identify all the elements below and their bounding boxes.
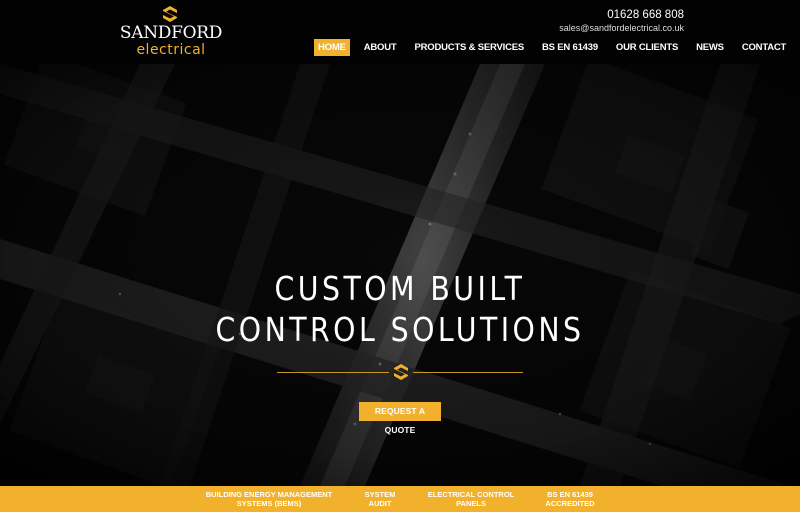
hero-title: CUSTOM BUILT CONTROL SOLUTIONS: [56, 268, 744, 350]
nav-item-our-clients[interactable]: OUR CLIENTS: [612, 39, 682, 56]
service-link-bems[interactable]: BUILDING ENERGY MANAGEMENT SYSTEMS (BEMS…: [200, 490, 338, 508]
service-link-system-audit[interactable]: SYSTEM AUDIT: [356, 490, 404, 508]
nav-item-contact[interactable]: CONTACT: [738, 39, 790, 56]
divider-s-icon: [394, 364, 408, 380]
divider-right: [413, 372, 523, 373]
brand-sub: electrical: [136, 42, 206, 58]
sandford-logo[interactable]: SANDFORD electrical: [115, 5, 227, 59]
main-nav: HOME ABOUT PRODUCTS & SERVICES BS EN 614…: [314, 39, 790, 56]
hero-title-line2: CONTROL SOLUTIONS: [215, 310, 585, 349]
hero-section: CUSTOM BUILT CONTROL SOLUTIONS REQUEST A…: [0, 64, 800, 486]
contact-email[interactable]: sales@sandfordelectrical.co.uk: [559, 23, 684, 33]
service-audit-line2: AUDIT: [368, 499, 392, 508]
site-header: SANDFORD electrical 01628 668 808 sales@…: [0, 0, 800, 64]
service-accredited-line2: ACCREDITED: [545, 499, 595, 508]
logo-s-icon: [163, 6, 177, 22]
brand-name: SANDFORD: [119, 23, 223, 43]
divider-left: [277, 372, 389, 373]
service-link-control-panels[interactable]: ELECTRICAL CONTROL PANELS: [424, 490, 518, 508]
services-bar: BUILDING ENERGY MANAGEMENT SYSTEMS (BEMS…: [0, 486, 800, 512]
nav-item-news[interactable]: NEWS: [692, 39, 728, 56]
service-bems-line1: BUILDING ENERGY MANAGEMENT: [205, 490, 333, 499]
nav-item-home[interactable]: HOME: [314, 39, 350, 56]
service-link-accredited[interactable]: BS EN 61439 ACCREDITED: [540, 490, 600, 508]
service-bems-line2: SYSTEMS (BEMS): [236, 499, 302, 508]
nav-item-about[interactable]: ABOUT: [360, 39, 401, 56]
nav-item-products-services[interactable]: PRODUCTS & SERVICES: [410, 39, 528, 56]
service-panels-line1: ELECTRICAL CONTROL: [427, 490, 515, 499]
service-audit-line1: SYSTEM: [364, 490, 396, 499]
request-quote-button[interactable]: REQUEST A QUOTE: [359, 402, 441, 435]
contact-phone[interactable]: 01628 668 808: [607, 9, 684, 21]
hero-title-line1: CUSTOM BUILT: [274, 269, 526, 308]
nav-item-bs-en-61439[interactable]: BS EN 61439: [538, 39, 602, 56]
service-accredited-line1: BS EN 61439: [547, 490, 593, 499]
service-panels-line2: PANELS: [456, 499, 486, 508]
